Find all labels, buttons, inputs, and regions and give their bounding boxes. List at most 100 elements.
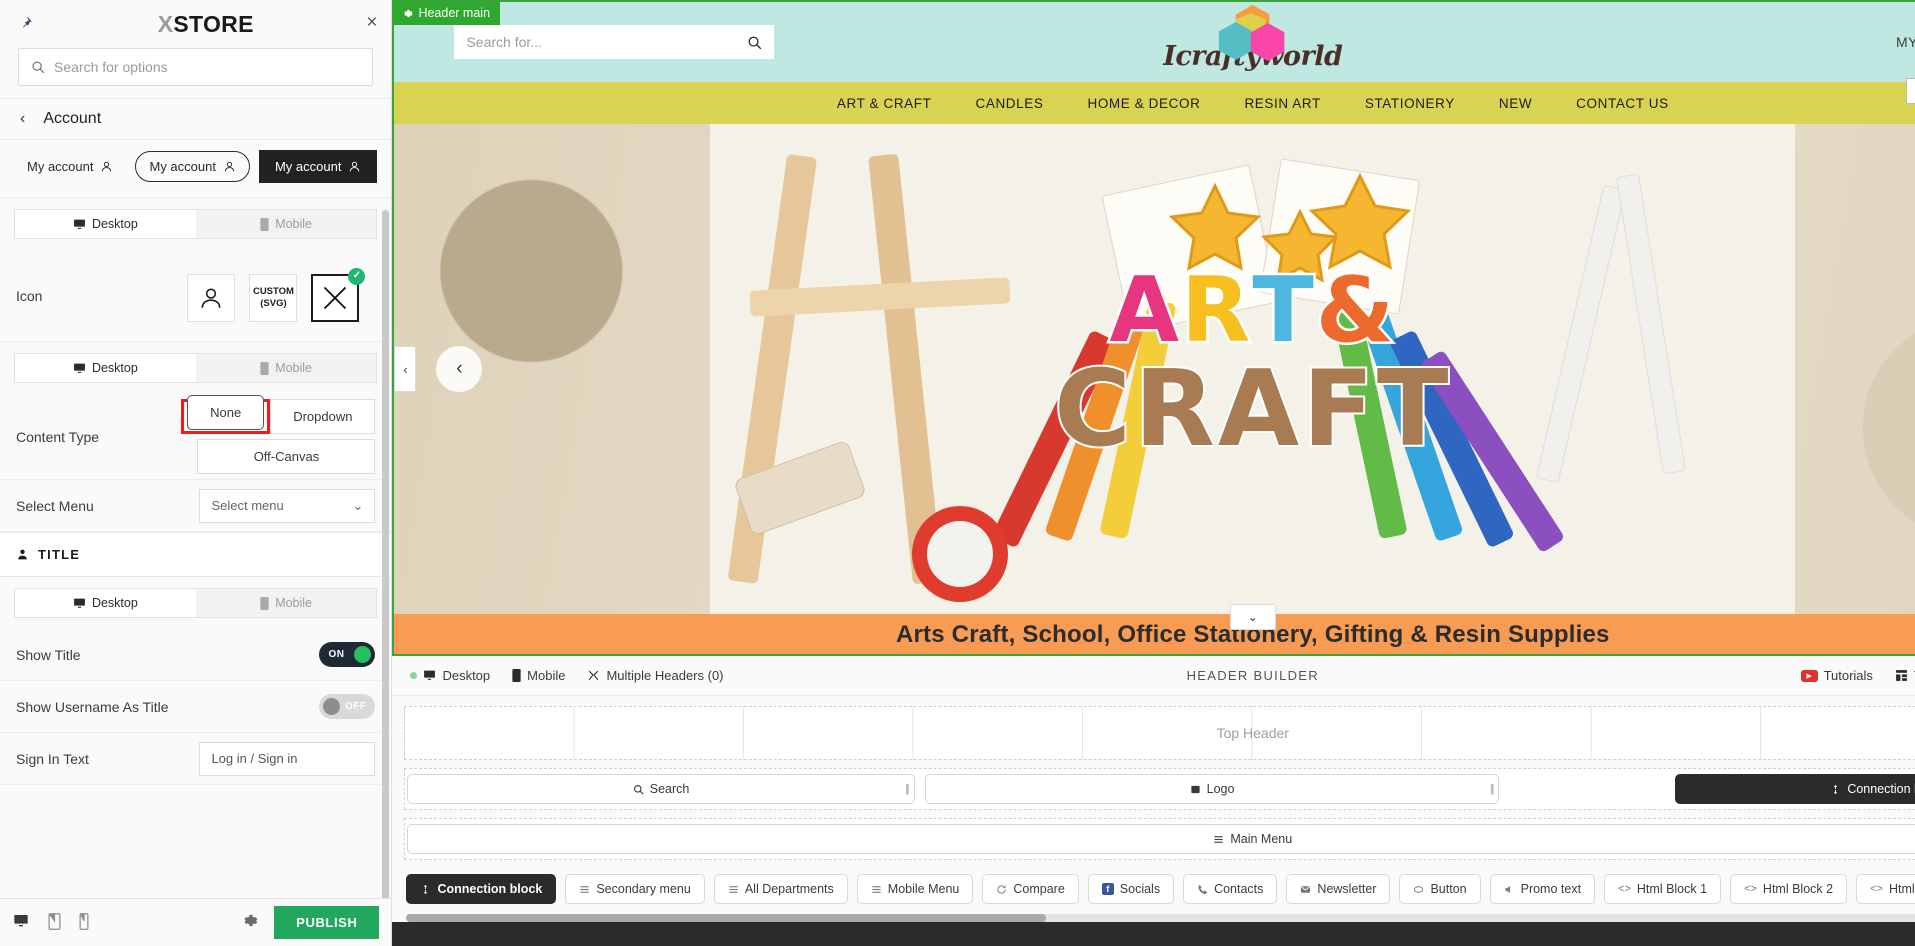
- none-icon-choice[interactable]: ✓: [311, 267, 366, 322]
- code-icon: <>: [1870, 883, 1883, 895]
- back-icon[interactable]: ‹: [20, 111, 25, 127]
- show-username-toggle[interactable]: OFF: [319, 694, 376, 719]
- nav-item-home-decor[interactable]: HOME & DECOR: [1087, 96, 1200, 111]
- content-type-dropdown[interactable]: Dropdown: [270, 399, 376, 434]
- chip-html-block-1[interactable]: <> Html Block 1: [1604, 874, 1722, 904]
- chip-compare[interactable]: Compare: [982, 874, 1079, 904]
- preset-pill[interactable]: My account: [135, 151, 250, 182]
- device-tab-mobile-2[interactable]: Mobile: [196, 354, 377, 382]
- content-type-offcanvas[interactable]: Off-Canvas: [197, 439, 376, 474]
- chip-html-block-3[interactable]: <> Html Block 3: [1856, 874, 1915, 904]
- builder-tab-desktop[interactable]: Desktop: [410, 668, 490, 683]
- search-input[interactable]: [54, 59, 361, 75]
- chip-html-block-2[interactable]: <> Html Block 2: [1730, 874, 1848, 904]
- templates-button[interactable]: Templates: [1895, 668, 1915, 683]
- chip-newsletter[interactable]: Newsletter: [1286, 874, 1391, 904]
- gear-icon[interactable]: [241, 912, 258, 934]
- show-title-row: Show Title ON: [0, 629, 392, 681]
- customizer-sidebar: XSTORE × ‹ Account My account My account: [0, 0, 393, 946]
- preview-side-handle[interactable]: ‹: [394, 346, 417, 392]
- device-tab-mobile[interactable]: Mobile: [196, 210, 377, 238]
- desktop-icon: [74, 219, 85, 229]
- show-title-toggle[interactable]: ON: [319, 642, 376, 667]
- multiple-headers-button[interactable]: Multiple Headers (0): [587, 668, 724, 683]
- block-main-menu[interactable]: Main Menu |||: [407, 824, 1915, 854]
- device-tab-mobile-label: Mobile: [275, 217, 313, 231]
- chip-promo-text[interactable]: Promo text: [1489, 874, 1596, 904]
- publish-button[interactable]: PUBLISH: [274, 906, 380, 939]
- search-icon: [32, 61, 45, 74]
- palette-scrollbar[interactable]: [406, 914, 1915, 922]
- promo-collapse-caret[interactable]: ⌄: [1229, 604, 1276, 630]
- site-logo[interactable]: Icraftyworld: [1163, 5, 1343, 72]
- block-connection[interactable]: Connection block |||: [1675, 774, 1915, 804]
- zone-main-menu[interactable]: Main Menu |||: [404, 818, 1915, 860]
- youtube-icon: ▶: [1800, 669, 1818, 682]
- sidebar-scrollbar[interactable]: [382, 140, 390, 898]
- content-type-row: Content Type None Dropdown Off-Canvas: [0, 394, 392, 480]
- device-tab-mobile-3[interactable]: Mobile: [196, 589, 377, 617]
- chip-connection-block[interactable]: Connection block: [406, 874, 557, 904]
- sign-in-text-label: Sign In Text: [16, 750, 89, 767]
- device-tabs-title: Desktop Mobile: [14, 588, 378, 618]
- select-menu-dropdown[interactable]: Select menu ⌄: [199, 488, 376, 523]
- zone-top-header[interactable]: Top Header: [404, 706, 1915, 760]
- block-search[interactable]: Search |||: [407, 774, 915, 804]
- nav-item-stationery[interactable]: STATIONERY: [1365, 96, 1455, 111]
- compare-icon: [997, 884, 1006, 894]
- image-icon: [1191, 785, 1200, 793]
- zone-main-header[interactable]: Search ||| Logo ||| Connection block |||: [404, 768, 1915, 810]
- chip-button[interactable]: Button: [1399, 874, 1481, 904]
- menu-icon: [729, 885, 738, 893]
- chip-all-departments[interactable]: All Departments: [713, 874, 848, 904]
- chip-secondary-menu-label: Secondary menu: [596, 882, 691, 896]
- tablet-icon[interactable]: [48, 912, 61, 933]
- user-icon-choice[interactable]: [187, 273, 236, 322]
- device-tab-desktop-3[interactable]: Desktop: [15, 589, 196, 617]
- content-type-options-row1: None Dropdown: [181, 395, 376, 434]
- nav-item-contact-us[interactable]: CONTACT US: [1576, 96, 1669, 111]
- device-tab-desktop[interactable]: Desktop: [15, 210, 196, 238]
- preset-solid[interactable]: My account: [258, 150, 378, 183]
- desktop-icon[interactable]: [12, 913, 30, 932]
- header-main-tag[interactable]: Header main: [394, 2, 501, 25]
- drag-grip[interactable]: |||: [905, 783, 909, 795]
- tutorials-button[interactable]: ▶ Tutorials: [1800, 668, 1873, 683]
- grid-icon: [1896, 670, 1907, 681]
- nav-item-art-craft[interactable]: ART & CRAFT: [837, 96, 932, 111]
- nav-item-resin-art[interactable]: RESIN ART: [1244, 96, 1320, 111]
- drag-grip[interactable]: |||: [1490, 783, 1494, 795]
- close-icon[interactable]: ×: [366, 13, 377, 32]
- sign-in-text-input[interactable]: Log in / Sign in: [199, 741, 376, 776]
- my-account-link[interactable]: MY ACCOUNT: [1896, 34, 1915, 50]
- site-search-box[interactable]: Search for...: [454, 25, 775, 59]
- layers-icon: [589, 670, 599, 681]
- chip-contacts[interactable]: Contacts: [1183, 874, 1278, 904]
- palette-scrollbar-thumb[interactable]: [406, 914, 1047, 922]
- preset-plain[interactable]: My account: [14, 152, 126, 181]
- chip-secondary-menu[interactable]: Secondary menu: [565, 874, 705, 904]
- chip-mobile-menu[interactable]: Mobile Menu: [856, 874, 974, 904]
- zone-top-header-label: Top Header: [1216, 725, 1289, 741]
- content-type-none[interactable]: None: [187, 395, 265, 430]
- chip-socials[interactable]: f Socials: [1087, 874, 1175, 904]
- hero-prev-arrow[interactable]: ‹: [436, 346, 483, 392]
- footer-device-icons: [12, 912, 89, 933]
- sidebar-search[interactable]: [18, 48, 374, 86]
- pin-icon[interactable]: [18, 15, 38, 34]
- chip-html-block-3-label: Html Block 3: [1888, 882, 1915, 896]
- nav-item-new[interactable]: NEW: [1499, 96, 1532, 111]
- sign-in-text-row: Sign In Text Log in / Sign in: [0, 733, 392, 785]
- builder-tab-mobile[interactable]: Mobile: [512, 668, 565, 683]
- block-logo[interactable]: Logo |||: [924, 774, 1500, 804]
- custom-svg-choice[interactable]: CUSTOM (SVG): [249, 273, 298, 322]
- sidebar-scrollbar-thumb[interactable]: [382, 210, 390, 898]
- menu-icon: [1214, 835, 1223, 843]
- mobile-icon[interactable]: [79, 912, 89, 933]
- chip-button-label: Button: [1430, 882, 1467, 896]
- selected-check-icon: ✓: [348, 267, 366, 285]
- nav-item-candles[interactable]: CANDLES: [975, 96, 1043, 111]
- logo-hex-cluster: [1207, 5, 1299, 61]
- builder-tab-desktop-label: Desktop: [442, 668, 491, 683]
- device-tab-desktop-2[interactable]: Desktop: [15, 354, 196, 382]
